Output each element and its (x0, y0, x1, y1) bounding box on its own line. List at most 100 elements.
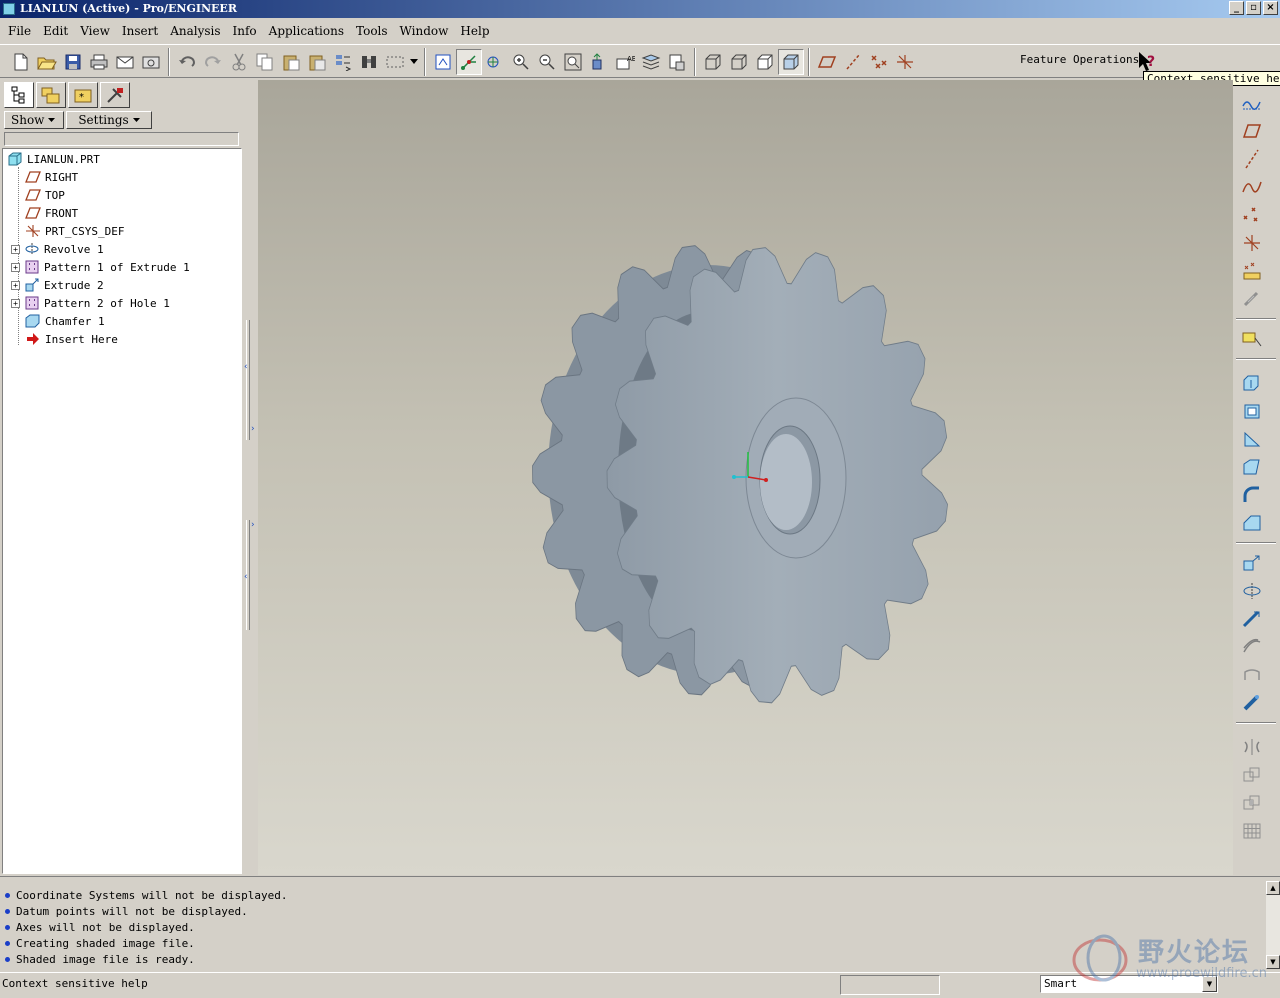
tree-item-extrude-2[interactable]: + Extrude 2 (11, 276, 104, 294)
csys-tool-icon[interactable] (1238, 230, 1266, 256)
menu-info[interactable]: Info (233, 24, 257, 38)
refit-icon[interactable] (560, 49, 586, 75)
revolve-feature-icon[interactable] (1238, 578, 1266, 604)
tree-filter-bar[interactable] (4, 132, 239, 146)
extrude-tool-icon[interactable] (1238, 370, 1266, 396)
menu-help[interactable]: Help (460, 24, 489, 38)
minimize-button[interactable]: _ (1229, 1, 1244, 15)
message-scrollbar[interactable]: ▲ ▼ (1266, 881, 1280, 969)
chamfer-tool-icon[interactable] (1238, 510, 1266, 536)
shading-icon[interactable] (778, 49, 804, 75)
scroll-up-icon[interactable]: ▲ (1266, 881, 1280, 895)
menu-window[interactable]: Window (400, 24, 449, 38)
annotation-icon[interactable] (1238, 326, 1266, 352)
close-button[interactable]: × (1263, 1, 1278, 15)
email-link-icon[interactable] (138, 49, 164, 75)
collapse-left-icon[interactable]: ‹ (244, 362, 248, 372)
connections-tab[interactable] (100, 82, 130, 108)
expand-icon[interactable]: + (11, 280, 20, 290)
attach-icon[interactable] (1238, 286, 1266, 312)
find-icon[interactable] (356, 49, 382, 75)
copy-icon[interactable] (252, 49, 278, 75)
new-icon[interactable] (8, 49, 34, 75)
intersect-icon[interactable] (1238, 790, 1266, 816)
redo-icon[interactable] (200, 49, 226, 75)
tree-item-pattern-1[interactable]: + Pattern 1 of Extrude 1 (11, 258, 190, 276)
maximize-button[interactable]: ▫ (1246, 1, 1261, 15)
menu-edit[interactable]: Edit (43, 24, 68, 38)
mirror-icon[interactable] (1238, 734, 1266, 760)
expand-right-icon[interactable]: › (251, 520, 255, 530)
model-tree-tab[interactable] (4, 82, 34, 108)
menu-insert[interactable]: Insert (122, 24, 158, 38)
datum-axes-toggle-icon[interactable] (840, 49, 866, 75)
wireframe-icon[interactable] (700, 49, 726, 75)
analysis-feature-icon[interactable] (1238, 258, 1266, 284)
expand-icon[interactable]: + (11, 298, 20, 308)
datum-curve-tool-icon[interactable] (1238, 174, 1266, 200)
collapse-left-icon[interactable]: ‹ (244, 572, 248, 582)
saved-views-icon[interactable]: AB (612, 49, 638, 75)
tree-item-revolve-1[interactable]: + Revolve 1 (11, 240, 104, 258)
select-dropdown-icon[interactable] (408, 49, 420, 75)
variable-sweep-icon[interactable] (1238, 606, 1266, 632)
csys-toggle-icon[interactable] (892, 49, 918, 75)
menu-view[interactable]: View (80, 24, 110, 38)
tree-item-right[interactable]: RIGHT (25, 168, 78, 186)
favorites-tab[interactable]: * (68, 82, 98, 108)
paste-special-icon[interactable] (304, 49, 330, 75)
email-icon[interactable] (112, 49, 138, 75)
spin-center-icon[interactable] (456, 49, 482, 75)
tree-item-prt-csys-def[interactable]: PRT_CSYS_DEF (25, 222, 124, 240)
menu-analysis[interactable]: Analysis (170, 24, 220, 38)
sketch-icon[interactable] (1238, 90, 1266, 116)
reorient-icon[interactable] (586, 49, 612, 75)
tree-item-front[interactable]: FRONT (25, 204, 78, 222)
round-tool-icon[interactable] (1238, 482, 1266, 508)
shell-tool-icon[interactable] (1238, 398, 1266, 424)
no-hidden-icon[interactable] (752, 49, 778, 75)
layers-icon[interactable] (638, 49, 664, 75)
pattern-tool-icon[interactable] (1238, 818, 1266, 844)
settings-menu-button[interactable]: Settings (66, 111, 152, 129)
undo-icon[interactable] (174, 49, 200, 75)
show-menu-button[interactable]: Show (4, 111, 64, 129)
folder-browser-tab[interactable] (36, 82, 66, 108)
zoom-in-icon[interactable] (508, 49, 534, 75)
datum-point-tool-icon[interactable] (1238, 202, 1266, 228)
style-icon[interactable] (1238, 690, 1266, 716)
datum-points-toggle-icon[interactable] (866, 49, 892, 75)
menu-tools[interactable]: Tools (356, 24, 388, 38)
scroll-down-icon[interactable]: ▼ (1266, 955, 1280, 969)
tree-item-top[interactable]: TOP (25, 186, 65, 204)
orient-mode-icon[interactable] (482, 49, 508, 75)
hidden-line-icon[interactable] (726, 49, 752, 75)
expand-right-icon[interactable]: › (251, 424, 255, 434)
graphics-window[interactable] (258, 80, 1233, 875)
tree-item-pattern-2[interactable]: + Pattern 2 of Hole 1 (11, 294, 170, 312)
menu-file[interactable]: File (8, 24, 31, 38)
panel-sash[interactable]: ‹ › › ‹ (244, 80, 258, 875)
merge-icon[interactable] (1238, 762, 1266, 788)
blend-icon[interactable] (1238, 634, 1266, 660)
tree-item-lianlun-prt[interactable]: LIANLUN.PRT (7, 150, 100, 168)
regenerate-icon[interactable] (330, 49, 356, 75)
save-icon[interactable] (60, 49, 86, 75)
feature-operations-label[interactable]: Feature Operations (1020, 53, 1139, 66)
paste-icon[interactable] (278, 49, 304, 75)
repaint-icon[interactable] (430, 49, 456, 75)
tree-item-insert-here[interactable]: Insert Here (25, 330, 118, 348)
print-icon[interactable] (86, 49, 112, 75)
boundary-blend-icon[interactable] (1238, 662, 1266, 688)
open-icon[interactable] (34, 49, 60, 75)
expand-icon[interactable]: + (11, 244, 20, 254)
menu-applications[interactable]: Applications (269, 24, 344, 38)
cut-icon[interactable] (226, 49, 252, 75)
rib-tool-icon[interactable] (1238, 426, 1266, 452)
select-box-icon[interactable] (382, 49, 408, 75)
tree-item-chamfer-1[interactable]: Chamfer 1 (25, 312, 105, 330)
datum-planes-toggle-icon[interactable] (814, 49, 840, 75)
datum-plane-tool-icon[interactable] (1238, 118, 1266, 144)
datum-axis-tool-icon[interactable] (1238, 146, 1266, 172)
zoom-out-icon[interactable] (534, 49, 560, 75)
